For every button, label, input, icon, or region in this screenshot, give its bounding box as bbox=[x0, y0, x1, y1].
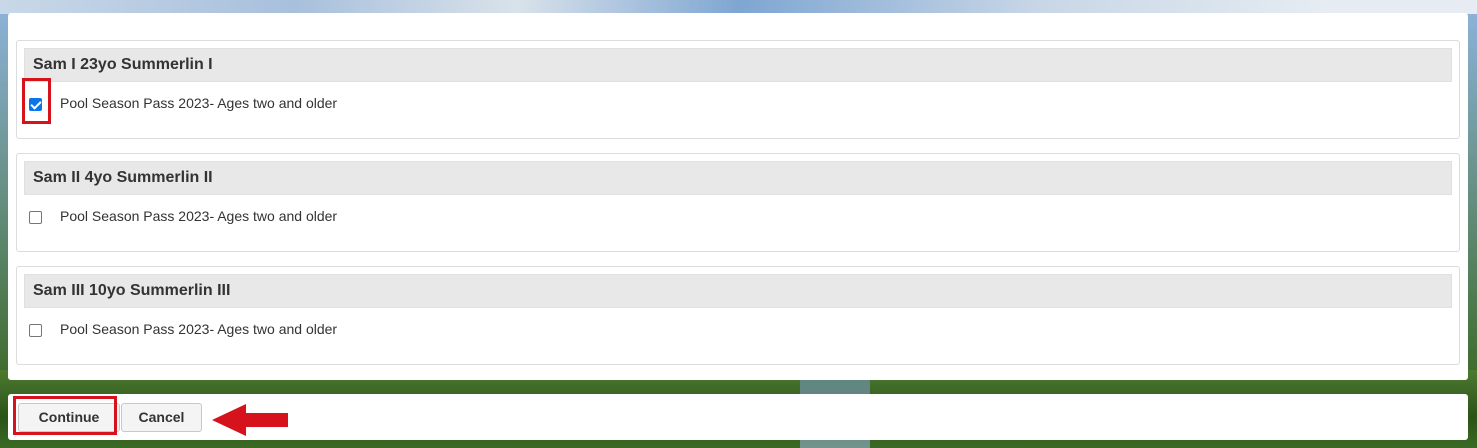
continue-button[interactable]: Continue bbox=[18, 403, 120, 432]
pass-option-label: Pool Season Pass 2023- Ages two and olde… bbox=[60, 321, 338, 337]
pass-option-label: Pool Season Pass 2023- Ages two and olde… bbox=[60, 95, 338, 111]
cancel-button[interactable]: Cancel bbox=[121, 403, 202, 432]
member-card-sam-ii: Sam II 4yo Summerlin II Pool Season Pass… bbox=[16, 153, 1460, 252]
pass-checkbox[interactable] bbox=[29, 211, 42, 224]
membership-selection-panel: Sam I 23yo Summerlin I Pool Season Pass … bbox=[8, 13, 1468, 380]
pass-checkbox[interactable] bbox=[29, 324, 42, 337]
member-card-sam-iii: Sam III 10yo Summerlin III Pool Season P… bbox=[16, 266, 1460, 365]
member-name-header: Sam I 23yo Summerlin I bbox=[24, 48, 1452, 82]
pass-checkbox[interactable] bbox=[29, 98, 42, 111]
member-name-header: Sam III 10yo Summerlin III bbox=[24, 274, 1452, 308]
red-left-arrow-icon bbox=[212, 404, 288, 436]
member-name-header: Sam II 4yo Summerlin II bbox=[24, 161, 1452, 195]
background-sky bbox=[0, 0, 1477, 14]
pass-option-label: Pool Season Pass 2023- Ages two and olde… bbox=[60, 208, 338, 224]
member-card-sam-i: Sam I 23yo Summerlin I Pool Season Pass … bbox=[16, 40, 1460, 139]
